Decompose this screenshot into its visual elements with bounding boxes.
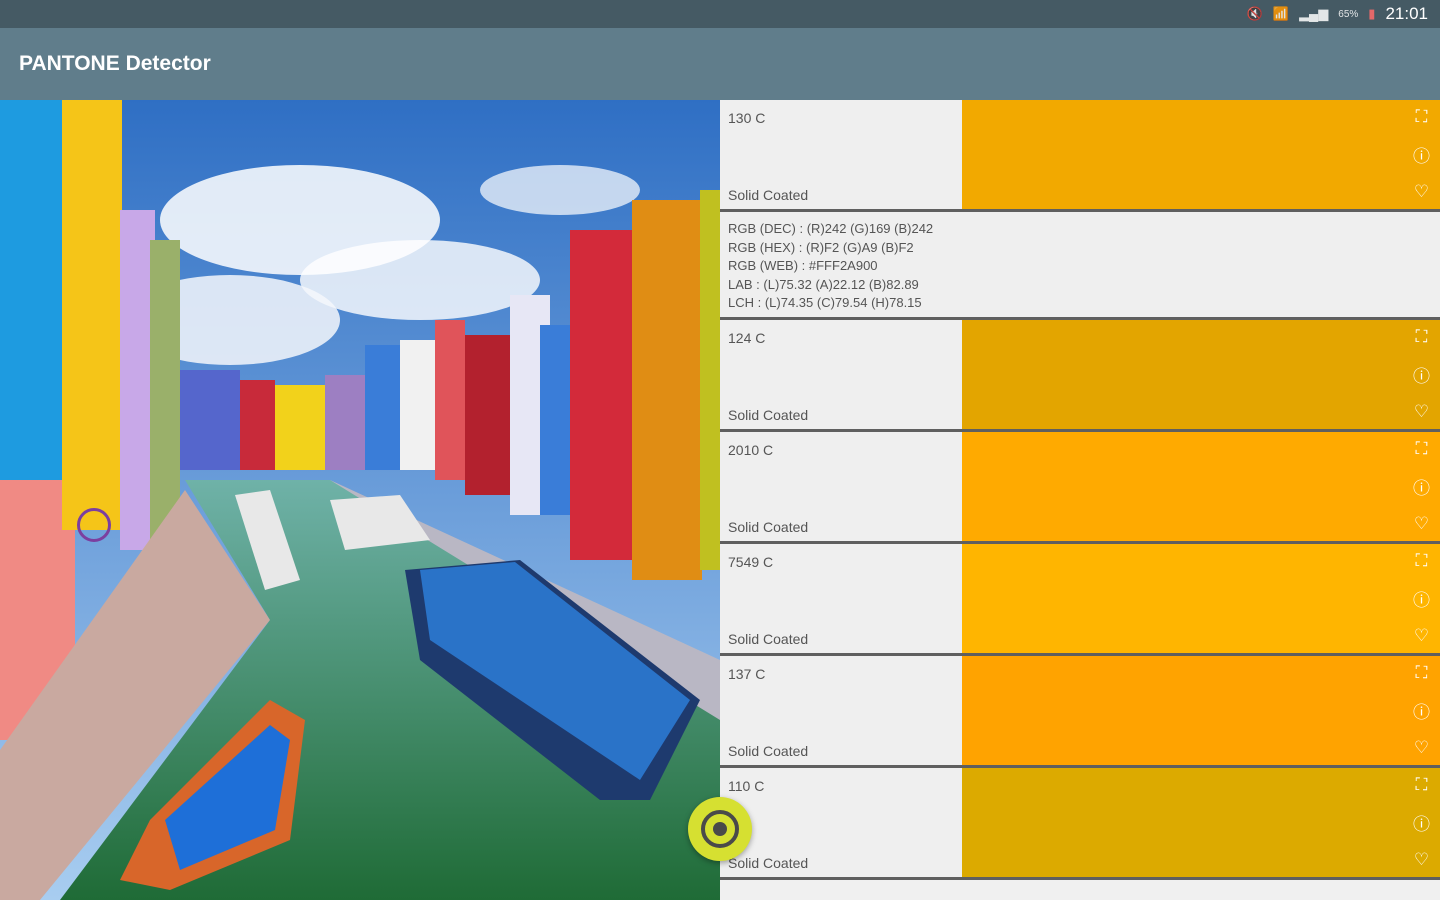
fullscreen-icon[interactable]: ⛶	[1416, 439, 1428, 459]
rgb-dec: RGB (DEC) : (R)242 (G)169 (B)242	[728, 221, 934, 236]
rgb-hex: RGB (HEX) : (R)F2 (G)A9 (B)F2	[728, 239, 914, 255]
pantone-code: 130 C	[728, 110, 766, 126]
result-card[interactable]: 7549 C Solid Coated ⛶ ⓘ ♡	[720, 544, 1440, 656]
wifi-icon: 📶	[1272, 6, 1290, 21]
fullscreen-icon[interactable]: ⛶	[1416, 107, 1428, 127]
pantone-type: Solid Coated	[728, 743, 809, 759]
battery-icon: ▮	[1368, 6, 1376, 21]
heart-icon[interactable]: ♡	[1414, 402, 1429, 422]
fullscreen-icon[interactable]: ⛶	[1416, 551, 1428, 571]
battery-level: 65%	[1338, 8, 1359, 20]
pantone-type: Solid Coated	[728, 519, 809, 535]
info-icon[interactable]: ⓘ	[1413, 362, 1430, 387]
card-actions: ⛶ ⓘ ♡	[1413, 320, 1430, 429]
pantone-code: 124 C	[728, 330, 766, 346]
color-swatch	[962, 100, 1440, 209]
color-details: RGB (DEC) : (R)242 (G)169 (B)242 RGB (HE…	[720, 212, 1440, 320]
heart-icon[interactable]: ♡	[1414, 514, 1429, 534]
info-icon[interactable]: ⓘ	[1413, 698, 1430, 723]
status-bar: 🔇 📶 ▂▄▆ 65% ▮ 21:01	[0, 0, 1440, 28]
color-swatch	[962, 656, 1440, 765]
pantone-type: Solid Coated	[728, 631, 809, 647]
result-card[interactable]: 110 C Solid Coated ⛶ ⓘ ♡	[720, 768, 1440, 880]
target-icon	[701, 810, 739, 848]
result-card[interactable]: 124 C Solid Coated ⛶ ⓘ ♡	[720, 320, 1440, 432]
card-actions: ⛶ ⓘ ♡	[1413, 656, 1430, 765]
lch-values: LCH : (L)74.35 (C)79.54 (H)78.15	[728, 295, 922, 310]
result-card[interactable]: 2010 C Solid Coated ⛶ ⓘ ♡	[720, 432, 1440, 544]
fullscreen-icon[interactable]: ⛶	[1416, 663, 1428, 683]
pantone-code: 137 C	[728, 666, 766, 682]
card-actions: ⛶ ⓘ ♡	[1413, 544, 1430, 653]
heart-icon[interactable]: ♡	[1414, 738, 1429, 758]
fullscreen-icon[interactable]: ⛶	[1416, 775, 1428, 795]
pantone-code: 2010 C	[728, 442, 774, 458]
color-swatch	[962, 544, 1440, 653]
pantone-type: Solid Coated	[728, 187, 809, 203]
app-title: PANTONE Detector	[19, 52, 211, 75]
result-card[interactable]: 130 C Solid Coated ⛶ ⓘ ♡	[720, 100, 1440, 212]
rgb-web: RGB (WEB) : #FFF2A900	[728, 258, 878, 273]
card-actions: ⛶ ⓘ ♡	[1413, 768, 1430, 877]
lab-values: LAB : (L)75.32 (A)22.12 (B)82.89	[728, 276, 919, 292]
info-icon[interactable]: ⓘ	[1413, 474, 1430, 499]
card-actions: ⛶ ⓘ ♡	[1413, 432, 1430, 541]
source-photo[interactable]	[0, 100, 720, 900]
info-icon[interactable]: ⓘ	[1413, 586, 1430, 611]
card-actions: ⛶ ⓘ ♡	[1413, 100, 1430, 209]
pantone-code: 7549 C	[728, 554, 774, 570]
info-icon[interactable]: ⓘ	[1413, 142, 1430, 167]
color-swatch	[962, 320, 1440, 429]
capture-fab-button[interactable]	[688, 797, 752, 861]
heart-icon[interactable]: ♡	[1414, 626, 1429, 646]
pantone-code: 110 C	[728, 778, 765, 794]
info-icon[interactable]: ⓘ	[1413, 810, 1430, 835]
canal-photo-illustration	[0, 100, 720, 900]
result-card[interactable]: 137 C Solid Coated ⛶ ⓘ ♡	[720, 656, 1440, 768]
signal-icon: ▂▄▆	[1299, 6, 1329, 21]
mute-icon: 🔇	[1246, 6, 1263, 21]
color-swatch	[962, 432, 1440, 541]
pantone-results-list[interactable]: 130 C Solid Coated ⛶ ⓘ ♡ RGB (DEC) : (R)…	[720, 100, 1440, 900]
pantone-type: Solid Coated	[728, 855, 809, 871]
color-picker-ring[interactable]	[77, 508, 111, 542]
heart-icon[interactable]: ♡	[1414, 850, 1429, 870]
color-swatch	[962, 768, 1440, 877]
app-bar: PANTONE Detector	[0, 28, 1440, 100]
clock: 21:01	[1385, 4, 1428, 23]
fullscreen-icon[interactable]: ⛶	[1416, 327, 1428, 347]
pantone-type: Solid Coated	[728, 407, 809, 423]
heart-icon[interactable]: ♡	[1414, 182, 1429, 202]
